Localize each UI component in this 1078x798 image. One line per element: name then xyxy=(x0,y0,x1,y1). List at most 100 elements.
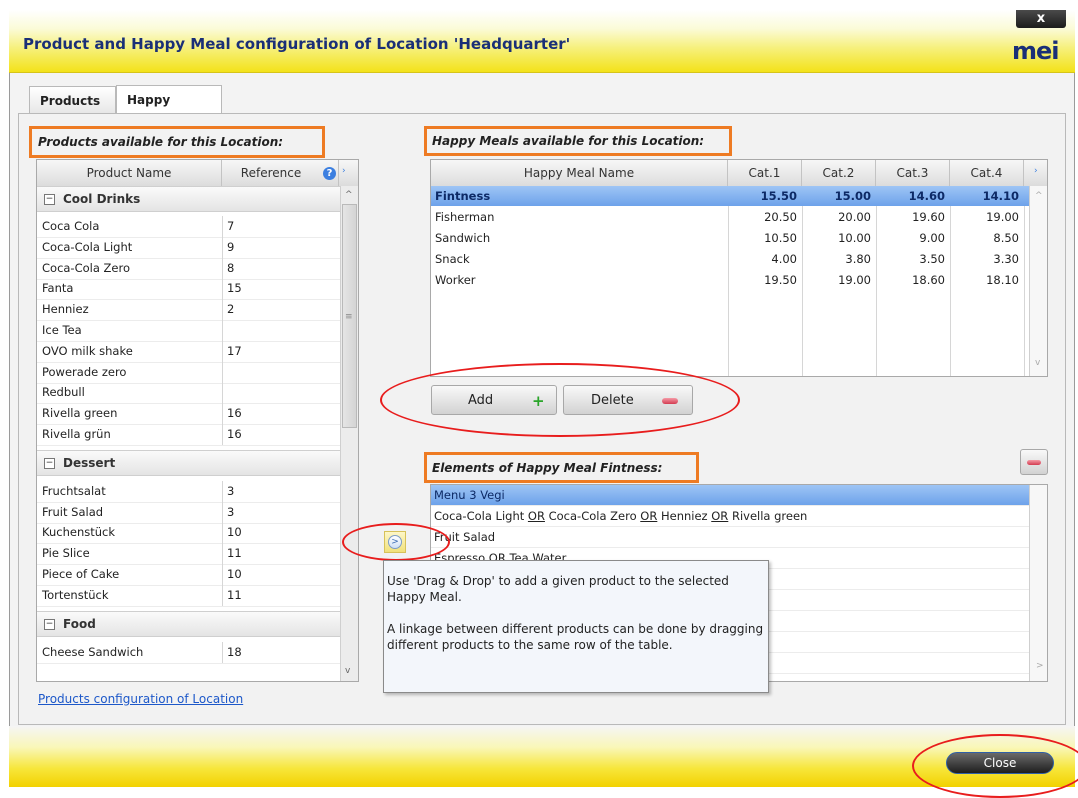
cell-divider xyxy=(222,543,223,565)
help-icon[interactable]: ? xyxy=(323,167,336,180)
buttons-annotation-ellipse xyxy=(380,363,740,437)
meal-price-cat4: 19.00 xyxy=(986,210,1019,224)
product-name: Cheese Sandwich xyxy=(42,644,144,659)
product-name: Kuchenstück xyxy=(42,525,116,540)
group-label: Food xyxy=(63,616,96,631)
collapse-icon[interactable]: − xyxy=(44,457,55,469)
group-row[interactable]: − Food xyxy=(37,610,340,637)
meals-grid-header: Happy Meal Name Cat.1 Cat.2 Cat.3 Cat.4 … xyxy=(431,160,1047,187)
meal-row[interactable]: Fintness 15.50 15.00 14.60 14.10 xyxy=(431,186,1029,206)
element-part: Rivella green xyxy=(728,509,808,523)
meal-price-cat3: 19.60 xyxy=(912,210,945,224)
product-name: Ice Tea xyxy=(42,323,82,337)
meal-row[interactable]: Sandwich 10.50 10.00 9.00 8.50 xyxy=(431,228,1029,248)
product-reference: 11 xyxy=(227,546,242,561)
product-row[interactable]: Kuchenstück 10 xyxy=(37,522,340,545)
meal-price-cat2: 20.00 xyxy=(838,210,871,224)
tab-products[interactable]: Products xyxy=(29,86,116,114)
cell-divider xyxy=(222,584,223,606)
meal-price-cat2: 15.00 xyxy=(834,189,871,203)
window-close-button[interactable]: x xyxy=(1016,10,1066,28)
product-row[interactable]: Tortenstück 11 xyxy=(37,584,340,607)
product-reference: 3 xyxy=(227,504,235,519)
scroll-down-icon[interactable]: v xyxy=(1035,358,1040,368)
meal-row[interactable]: Worker 19.50 19.00 18.60 18.10 xyxy=(431,270,1029,290)
meal-price-cat4: 14.10 xyxy=(982,189,1019,203)
cell-divider xyxy=(222,299,223,321)
element-row[interactable]: Coca-Cola Light OR Coca-Cola Zero OR Hen… xyxy=(431,506,1029,527)
cell-divider xyxy=(222,403,223,425)
element-row[interactable]: Menu 3 Vegi xyxy=(431,485,1029,506)
meal-price-cat1: 15.50 xyxy=(760,189,797,203)
column-header-cat3[interactable]: Cat.3 xyxy=(876,160,950,186)
column-header-product-name[interactable]: Product Name xyxy=(37,160,222,186)
scroll-right-icon[interactable]: > xyxy=(1036,661,1044,671)
product-row[interactable]: Piece of Cake 10 xyxy=(37,564,340,586)
product-row[interactable]: Coca Cola 7 xyxy=(37,216,340,238)
meal-price-cat2: 19.00 xyxy=(838,273,871,287)
column-header-cat4[interactable]: Cat.4 xyxy=(950,160,1024,186)
meal-price-cat1: 4.00 xyxy=(771,252,797,266)
meal-price-cat4: 3.30 xyxy=(993,252,1019,266)
column-header-meal-name[interactable]: Happy Meal Name xyxy=(431,160,728,186)
column-header-cat2[interactable]: Cat.2 xyxy=(802,160,876,186)
product-row[interactable]: Fanta 15 xyxy=(37,278,340,301)
element-part: Coca-Cola Light xyxy=(434,509,528,523)
product-row[interactable]: Coca-Cola Zero 8 xyxy=(37,257,340,280)
product-row[interactable]: Cheese Sandwich 18 xyxy=(37,641,340,664)
product-name: Rivella green xyxy=(42,406,118,421)
tab-happy-meals[interactable]: Happy Meals xyxy=(116,85,222,135)
meal-price-cat2: 3.80 xyxy=(845,252,871,266)
scroll-up-icon[interactable]: ^ xyxy=(1035,191,1043,201)
scroll-up-icon[interactable]: ^ xyxy=(345,190,353,200)
product-row[interactable]: Pie Slice 11 xyxy=(37,543,340,566)
meal-row[interactable]: Snack 4.00 3.80 3.50 3.30 xyxy=(431,249,1029,269)
or-keyword: OR xyxy=(711,509,729,523)
element-row[interactable]: Fruit Salad xyxy=(431,527,1029,548)
meal-price-cat3: 9.00 xyxy=(919,231,945,245)
product-row[interactable]: Coca-Cola Light 9 xyxy=(37,236,340,259)
or-keyword: OR xyxy=(640,509,658,523)
tooltip-line-1: Use 'Drag & Drop' to add a given product… xyxy=(387,574,729,604)
collapse-icon[interactable]: − xyxy=(44,618,55,630)
product-reference: 8 xyxy=(227,260,235,275)
product-row[interactable]: Ice Tea xyxy=(37,320,340,342)
group-row[interactable]: − Dessert xyxy=(37,449,340,476)
elements-scrollbar[interactable]: > xyxy=(1029,485,1047,681)
cell-divider xyxy=(222,320,223,341)
meals-column-chooser-icon[interactable]: › xyxy=(1034,166,1038,176)
products-grid: Product Name Reference ? › − Cool Drinks C… xyxy=(36,159,359,682)
group-label: Dessert xyxy=(63,455,116,470)
products-scrollbar[interactable]: ^ ≡ v xyxy=(340,186,358,681)
cell-divider xyxy=(222,522,223,544)
meals-scrollbar[interactable]: ^ v xyxy=(1029,186,1047,376)
products-configuration-link[interactable]: Products configuration of Location xyxy=(38,692,243,706)
collapse-icon[interactable]: − xyxy=(44,194,55,205)
scroll-down-icon[interactable]: v xyxy=(345,666,350,676)
product-row[interactable]: Fruit Salad 3 xyxy=(37,501,340,524)
remove-element-button[interactable] xyxy=(1020,449,1048,475)
cell-divider xyxy=(222,216,223,237)
group-row[interactable]: − Cool Drinks xyxy=(37,186,340,212)
column-header-cat1[interactable]: Cat.1 xyxy=(728,160,802,186)
cell-divider xyxy=(222,641,223,663)
column-chooser-icon[interactable]: › xyxy=(342,166,346,176)
column-header-reference[interactable]: Reference xyxy=(222,160,339,186)
product-row[interactable]: Henniez 2 xyxy=(37,299,340,322)
meal-price-cat4: 8.50 xyxy=(993,231,1019,245)
product-row[interactable]: Rivella grün 16 xyxy=(37,424,340,446)
product-row[interactable]: OVO milk shake 17 xyxy=(37,340,340,363)
product-row[interactable]: Redbull xyxy=(37,382,340,405)
element-part: Coca-Cola Zero xyxy=(544,509,641,523)
product-reference: 9 xyxy=(227,239,235,254)
cell-divider xyxy=(222,564,223,585)
product-row[interactable]: Powerade zero xyxy=(37,361,340,384)
meal-price-cat3: 3.50 xyxy=(919,252,945,266)
product-row[interactable]: Rivella green 16 xyxy=(37,403,340,426)
product-reference: 11 xyxy=(227,587,242,602)
product-name: Pie Slice xyxy=(42,546,90,561)
meal-price-cat1: 19.50 xyxy=(764,273,797,287)
meal-row[interactable]: Fisherman 20.50 20.00 19.60 19.00 xyxy=(431,207,1029,227)
meal-price-cat1: 20.50 xyxy=(764,210,797,224)
product-row[interactable]: Fruchtsalat 3 xyxy=(37,480,340,503)
